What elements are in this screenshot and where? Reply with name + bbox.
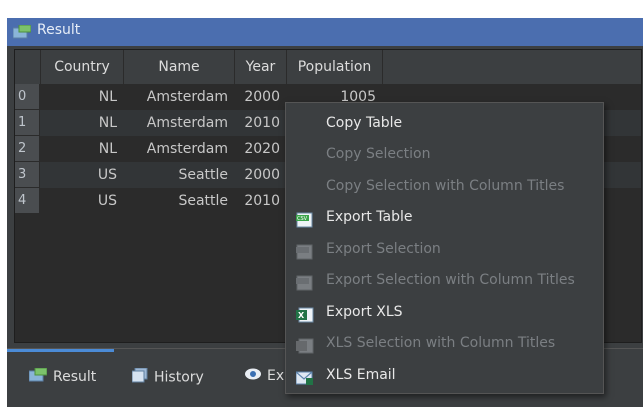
result-table-icon	[28, 367, 48, 386]
tab-label: History	[154, 369, 204, 386]
svg-text:CSV: CSV	[297, 216, 308, 222]
cell-year[interactable]: 2000	[235, 162, 286, 188]
cell-country[interactable]: NL	[41, 136, 123, 162]
menu-item-label: Export Table	[326, 209, 413, 225]
row-index[interactable]: 4	[15, 188, 40, 214]
email-icon	[295, 367, 314, 385]
context-menu: Copy Table Copy Selection Copy Selection…	[285, 102, 604, 394]
tab-label: Result	[53, 369, 97, 385]
csv-export-icon	[296, 272, 314, 291]
row-index[interactable]: 2	[15, 136, 40, 162]
column-header-population[interactable]: Population	[287, 50, 383, 84]
menu-item-xls-selection-with-titles[interactable]: XLS Selection with Column Titles	[286, 328, 603, 359]
csv-export-icon: CSV	[296, 209, 314, 228]
cell-name[interactable]: Seattle	[124, 188, 234, 214]
cell-year[interactable]: 2010	[235, 188, 286, 214]
menu-item-xls-email[interactable]: XLS Email	[286, 360, 603, 391]
result-table-icon	[12, 24, 32, 43]
cell-country[interactable]: NL	[41, 110, 123, 136]
cell-country[interactable]: US	[41, 162, 123, 188]
menu-item-label: Export XLS	[326, 304, 403, 320]
row-index[interactable]: 3	[15, 162, 40, 188]
column-header-year[interactable]: Year	[235, 50, 287, 84]
menu-item-label: XLS Selection with Column Titles	[326, 335, 556, 351]
svg-text:X: X	[298, 311, 305, 320]
column-header-country[interactable]: Country	[41, 50, 124, 84]
csv-export-icon	[296, 241, 314, 260]
grid-header: Country Name Year Population	[15, 50, 641, 84]
menu-item-copy-table[interactable]: Copy Table	[286, 108, 603, 139]
menu-item-export-selection[interactable]: Export Selection	[286, 234, 603, 265]
menu-item-copy-selection[interactable]: Copy Selection	[286, 139, 603, 170]
menu-item-label: Copy Selection	[326, 146, 431, 162]
cell-country[interactable]: NL	[41, 84, 123, 110]
xls-export-icon	[296, 335, 314, 354]
panel-title: Result	[37, 22, 81, 38]
menu-item-label: Export Selection	[326, 241, 441, 257]
eye-icon	[245, 368, 261, 384]
tab-label: Ex	[267, 368, 285, 384]
tab-explain[interactable]: Ex	[245, 368, 284, 384]
row-index[interactable]: 0	[15, 84, 40, 110]
column-header-name[interactable]: Name	[124, 50, 235, 84]
menu-item-label: Copy Selection with Column Titles	[326, 178, 565, 194]
cell-country[interactable]: US	[41, 188, 123, 214]
menu-item-copy-selection-with-titles[interactable]: Copy Selection with Column Titles	[286, 171, 603, 202]
corner-cell[interactable]	[15, 50, 41, 84]
panel-titlebar[interactable]: Result	[7, 18, 643, 46]
menu-item-export-table[interactable]: CSV Export Table	[286, 202, 603, 233]
menu-item-export-selection-with-titles[interactable]: Export Selection with Column Titles	[286, 265, 603, 296]
cell-year[interactable]: 2000	[235, 84, 286, 110]
menu-item-label: Export Selection with Column Titles	[326, 272, 575, 288]
menu-item-label: Copy Table	[326, 115, 403, 131]
row-index[interactable]: 1	[15, 110, 40, 136]
menu-item-label: XLS Email	[326, 367, 396, 383]
menu-item-export-xls[interactable]: X Export XLS	[286, 297, 603, 328]
cell-year[interactable]: 2020	[235, 136, 286, 162]
history-icon	[131, 367, 148, 387]
cell-name[interactable]: Amsterdam	[124, 136, 234, 162]
tab-result[interactable]: Result	[28, 367, 97, 386]
cell-name[interactable]: Amsterdam	[124, 110, 234, 136]
xls-export-icon: X	[296, 304, 314, 323]
cell-name[interactable]: Amsterdam	[124, 84, 234, 110]
active-tab-indicator	[7, 349, 114, 352]
cell-year[interactable]: 2010	[235, 110, 286, 136]
tab-history[interactable]: History	[131, 367, 204, 387]
cell-name[interactable]: Seattle	[124, 162, 234, 188]
